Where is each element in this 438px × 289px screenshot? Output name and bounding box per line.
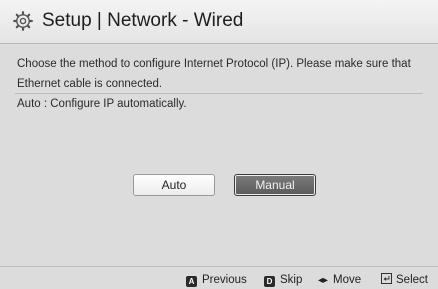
page-title: Setup | Network - Wired <box>42 10 244 31</box>
skip-hint[interactable]: D Skip <box>264 273 302 287</box>
select-hint[interactable]: Select <box>381 273 428 287</box>
option-hint-text: Auto : Configure IP automatically. <box>17 98 187 110</box>
d-key-icon: D <box>264 276 275 287</box>
auto-button[interactable]: Auto <box>133 174 215 196</box>
skip-label: Skip <box>280 274 303 286</box>
left-right-arrows-icon: ◂▸ <box>318 275 329 286</box>
return-icon <box>381 273 392 284</box>
move-label: Move <box>333 274 362 286</box>
manual-button[interactable]: Manual <box>234 174 316 196</box>
divider <box>15 93 423 94</box>
previous-label: Previous <box>202 274 247 286</box>
gear-icon <box>13 11 33 31</box>
move-hint: ◂▸ Move <box>318 273 361 288</box>
footer-hint-bar: A Previous D Skip ◂▸ Move Select <box>0 266 438 289</box>
instruction-text: Choose the method to configure Internet … <box>17 58 411 90</box>
title-bar: Setup | Network - Wired <box>0 0 438 44</box>
previous-hint[interactable]: A Previous <box>186 273 247 287</box>
a-key-icon: A <box>186 276 197 287</box>
select-label: Select <box>396 274 428 286</box>
